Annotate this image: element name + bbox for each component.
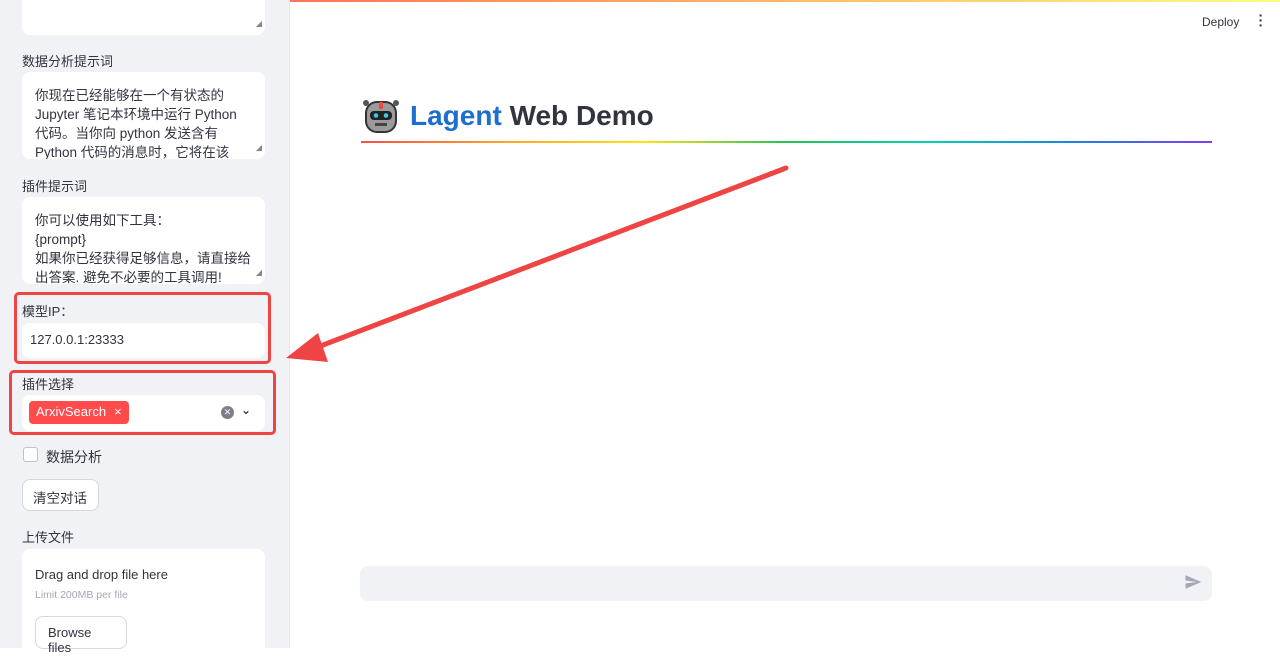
chat-input[interactable] [360,566,1212,601]
send-icon[interactable] [1184,573,1202,591]
annotation-arrow [286,165,789,362]
